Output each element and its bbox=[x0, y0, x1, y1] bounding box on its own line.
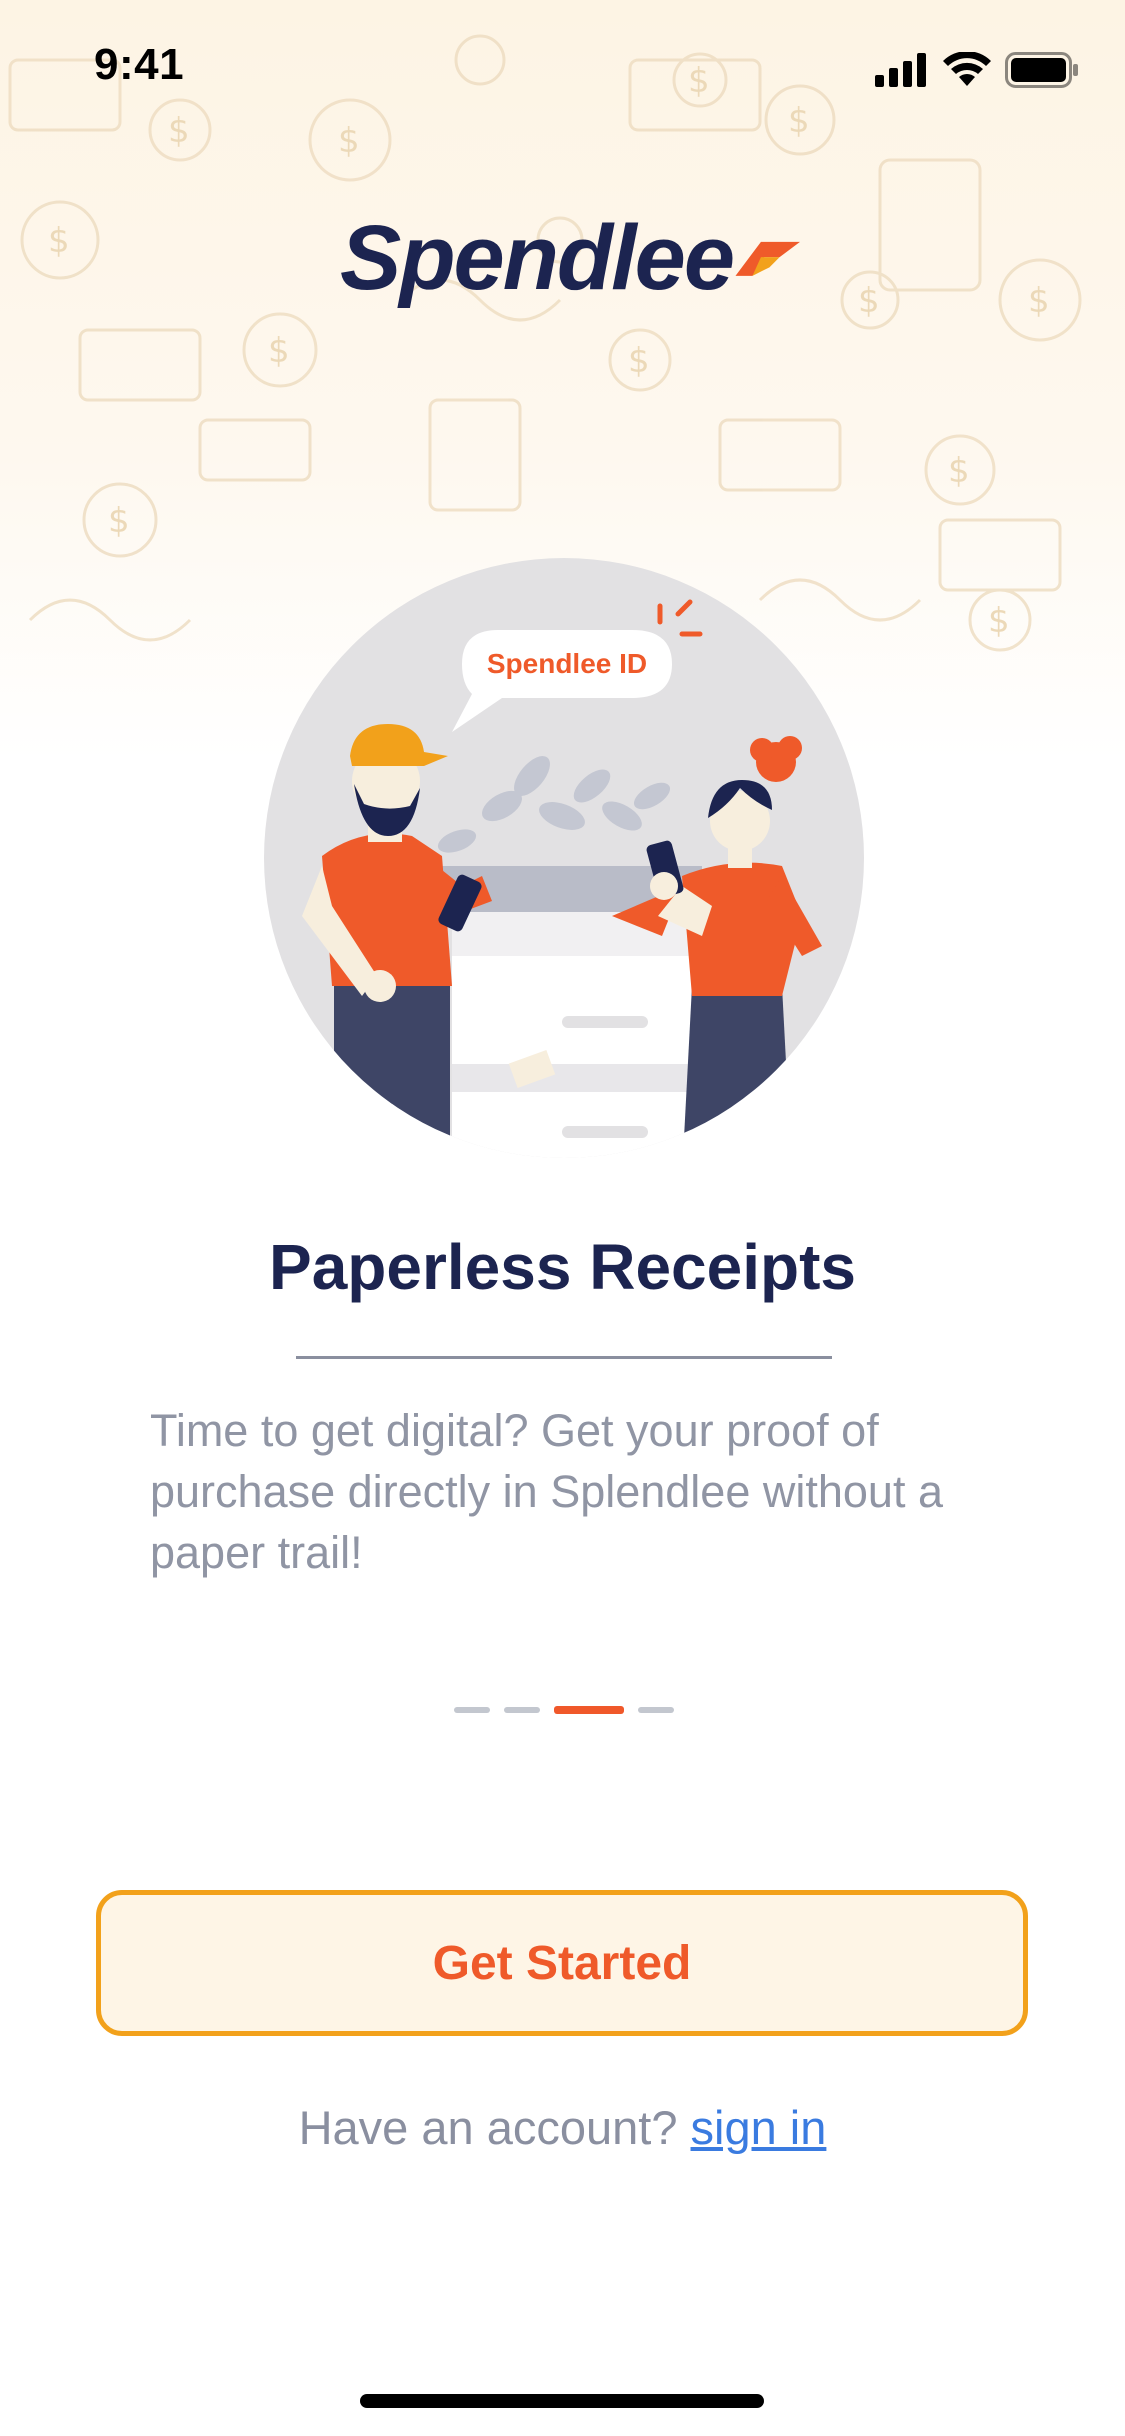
svg-text:$: $ bbox=[48, 221, 70, 261]
page-indicator bbox=[454, 1706, 674, 1714]
brand-wordmark: Spendlee bbox=[340, 206, 735, 309]
svg-text:$: $ bbox=[108, 501, 130, 541]
status-icons bbox=[875, 50, 1079, 90]
svg-text:$: $ bbox=[988, 601, 1010, 641]
svg-text:$: $ bbox=[628, 341, 650, 381]
receipt-scene-illustration bbox=[264, 558, 864, 1158]
title-divider bbox=[296, 1356, 832, 1359]
brand-swoosh-icon bbox=[735, 241, 800, 276]
page-dot-1[interactable] bbox=[454, 1707, 490, 1713]
svg-text:$: $ bbox=[858, 281, 880, 321]
account-prompt-text: Have an account? bbox=[298, 2101, 678, 2154]
cellular-signal-icon bbox=[875, 53, 926, 87]
onboarding-title: Paperless Receipts bbox=[269, 1231, 856, 1303]
home-indicator[interactable] bbox=[360, 2394, 764, 2408]
svg-text:$: $ bbox=[1028, 281, 1050, 321]
svg-text:$: $ bbox=[948, 451, 970, 491]
onboarding-illustration: Spendlee ID bbox=[262, 556, 866, 1160]
signin-prompt: Have an account? sign in bbox=[0, 2100, 1125, 2155]
page-dot-4[interactable] bbox=[638, 1707, 674, 1713]
status-time: 9:41 bbox=[94, 40, 185, 89]
svg-text:$: $ bbox=[268, 331, 290, 371]
battery-icon bbox=[1005, 52, 1078, 88]
brand-logo: Spendlee bbox=[340, 206, 800, 309]
status-bar: 9:41 bbox=[0, 0, 1125, 132]
page-dot-3-active[interactable] bbox=[554, 1706, 624, 1714]
page-dot-2[interactable] bbox=[504, 1707, 540, 1713]
onboarding-description: Time to get digital? Get your proof of p… bbox=[150, 1405, 943, 1578]
sign-in-link[interactable]: sign in bbox=[691, 2101, 827, 2154]
get-started-button[interactable]: Get Started bbox=[96, 1890, 1028, 2036]
speech-bubble-text: Spendlee ID bbox=[486, 648, 648, 679]
wifi-icon bbox=[943, 52, 991, 86]
